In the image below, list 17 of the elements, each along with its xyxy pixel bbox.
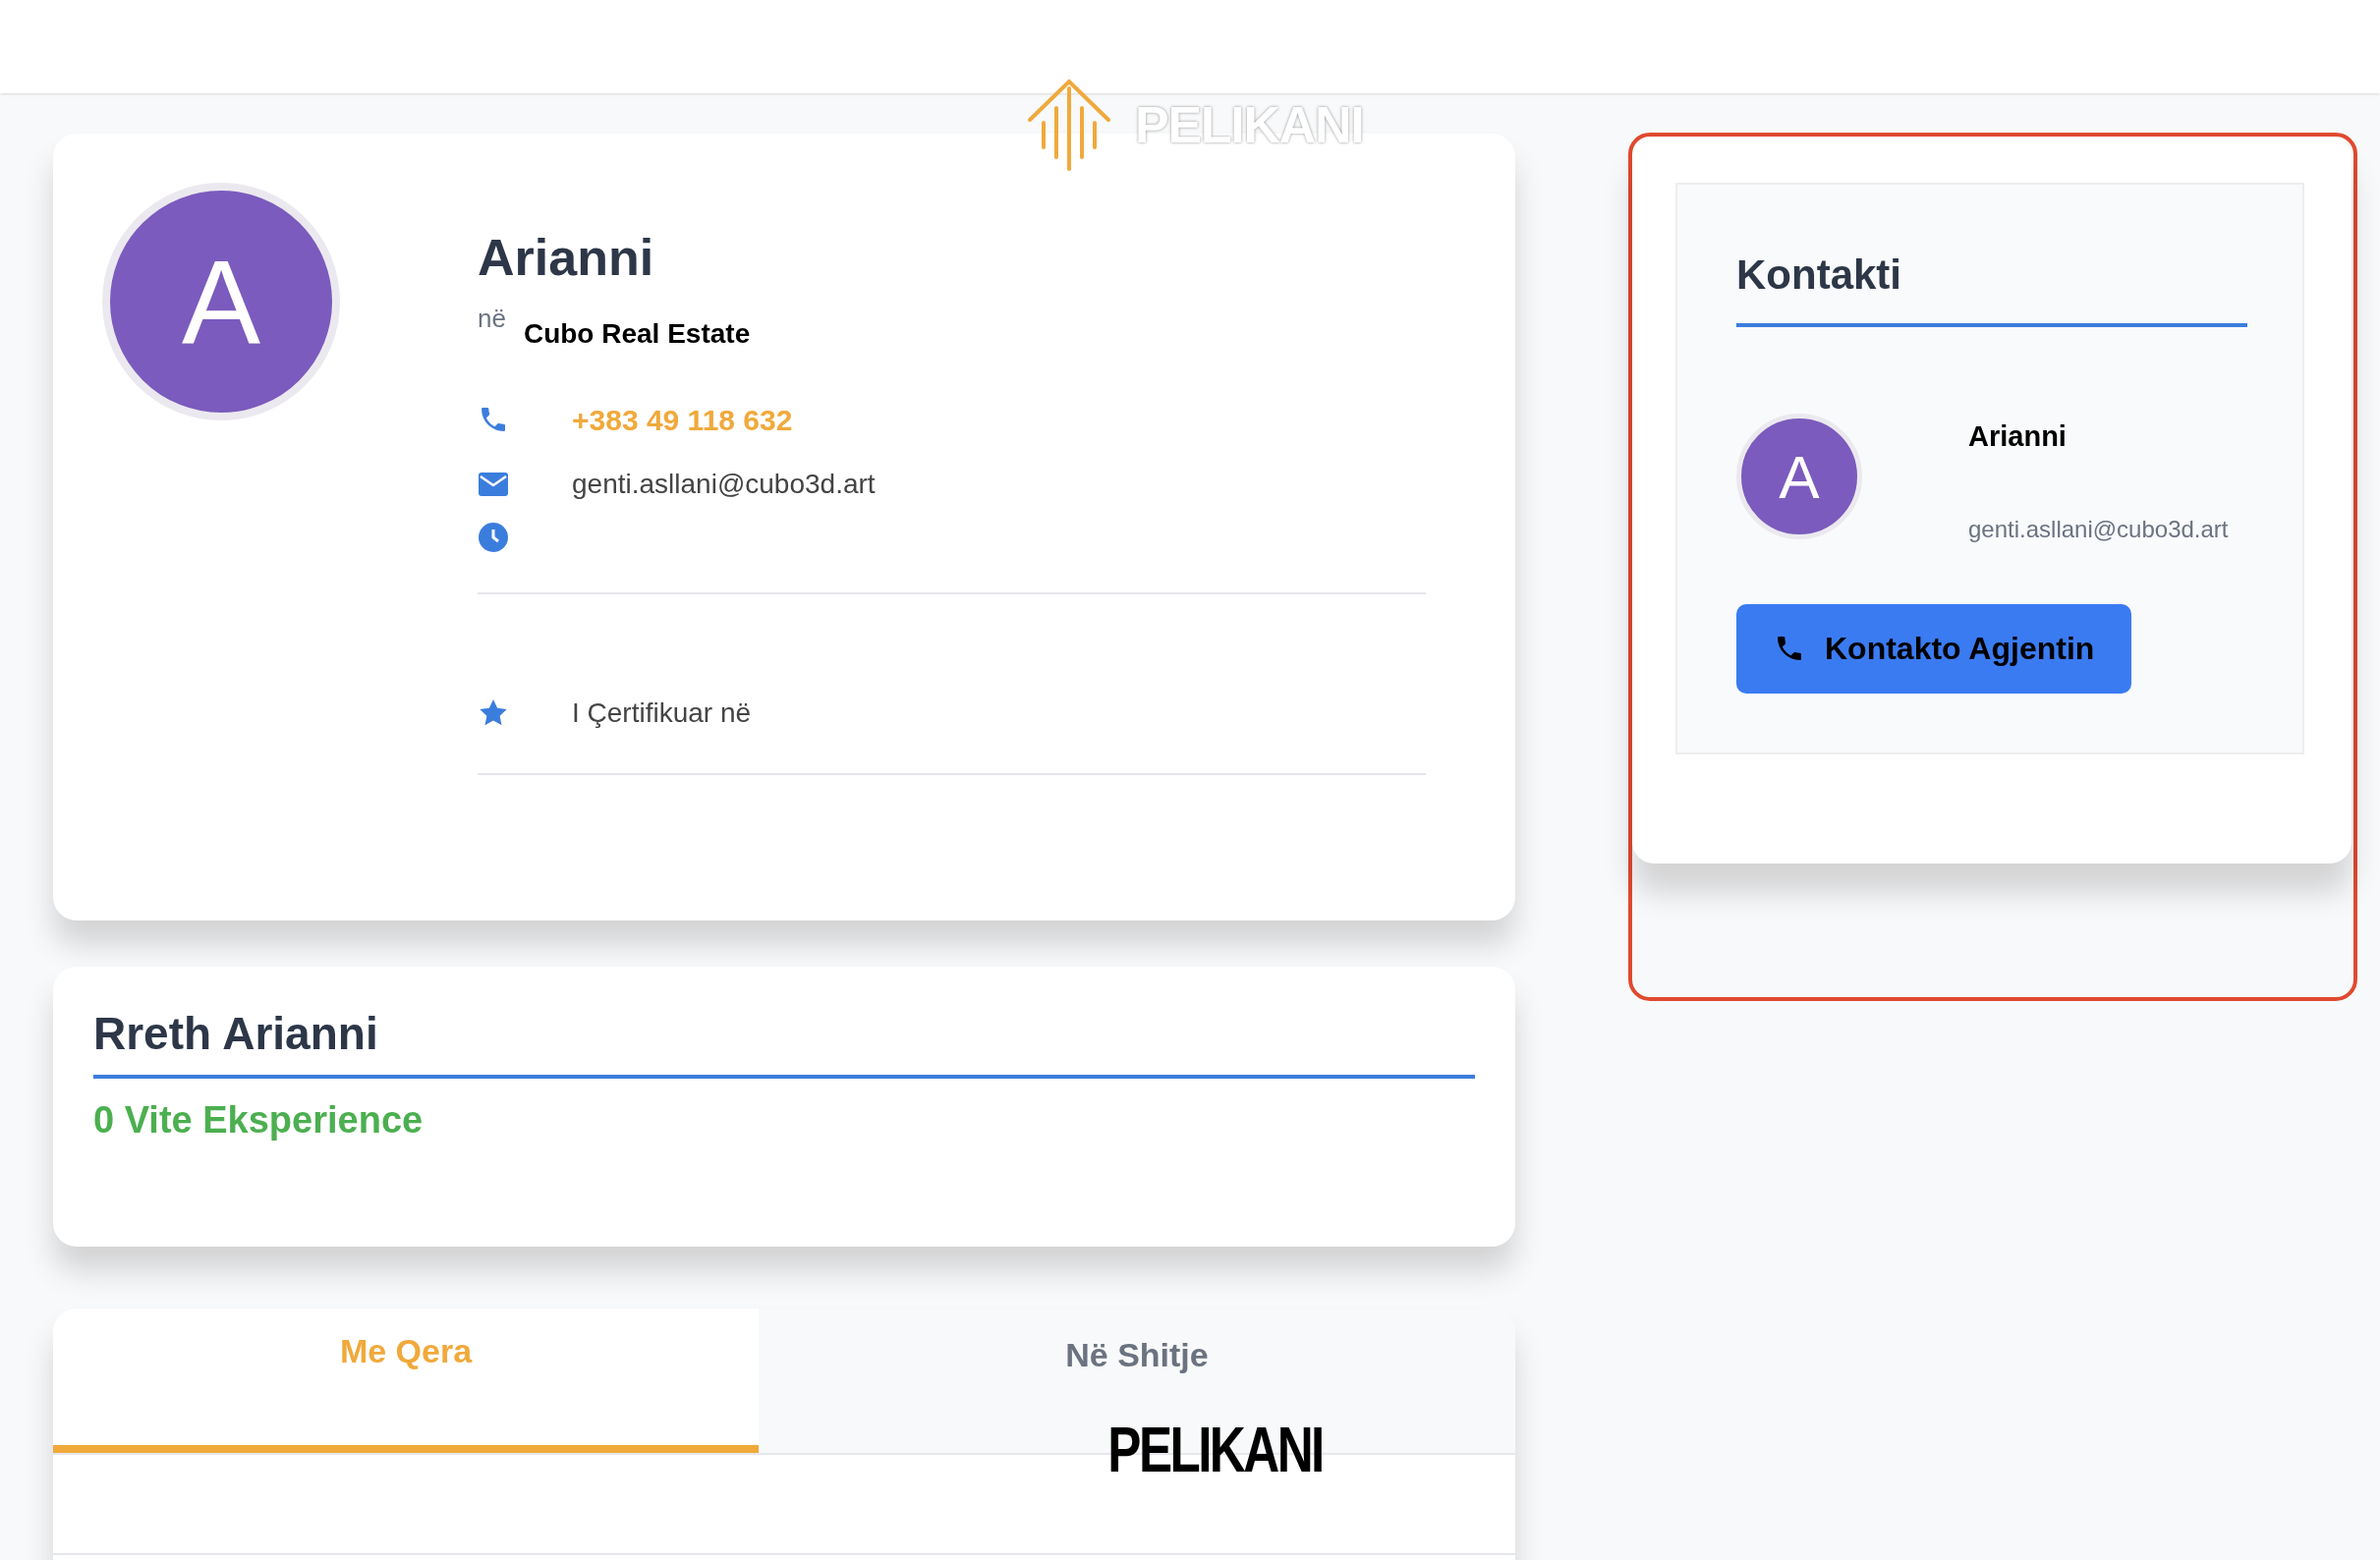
email-text: genti.asllani@cubo3d.art	[1968, 514, 2229, 544]
email-icon	[478, 472, 509, 497]
company-prefix: në	[478, 303, 506, 335]
avatar: A	[102, 183, 340, 420]
email-text: genti.asllani@cubo3d.art	[572, 468, 876, 501]
agent-name: Arianni	[478, 228, 655, 288]
agent-name: Arianni	[1968, 419, 2068, 454]
section-title: Kontakti	[1736, 244, 2247, 327]
certification-label: I Çertifikuar në	[572, 696, 752, 730]
contact-agent-button[interactable]: Kontakto Agjentin	[1736, 603, 2132, 694]
logo-text: PELIKANI	[1135, 95, 1364, 155]
experience-text: 0 Vite Eksperience	[93, 1097, 425, 1142]
avatar: A	[1736, 414, 1862, 539]
clock-icon	[478, 522, 509, 553]
logo-icon	[1027, 79, 1111, 171]
company-name: Cubo Real Estate	[523, 317, 751, 351]
section-title: Rreth Arianni	[93, 1006, 1475, 1079]
